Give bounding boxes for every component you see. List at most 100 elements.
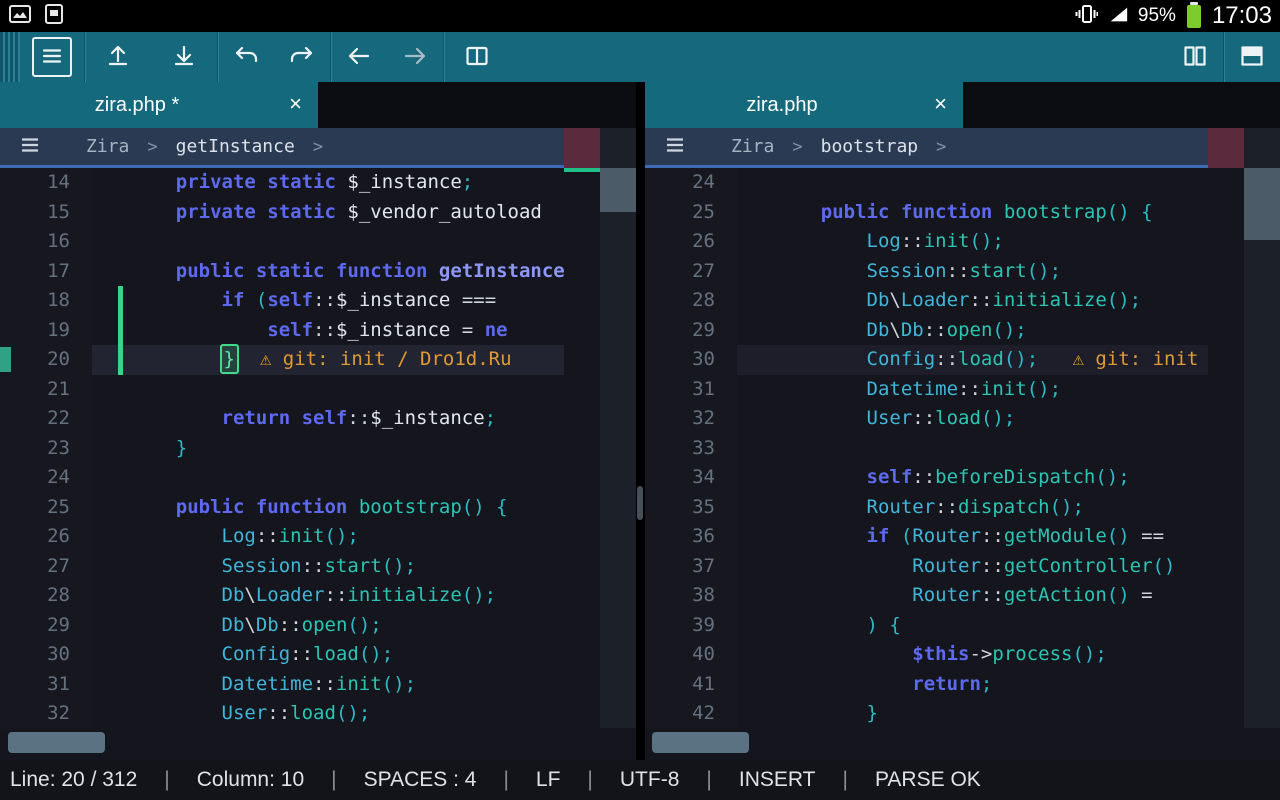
code-line[interactable]: 28 Db\Loader::initialize(); [645, 286, 1280, 316]
breadcrumb-project[interactable]: Zira [86, 136, 129, 157]
code-line[interactable]: 40 $this->process(); [645, 640, 1280, 670]
code-line[interactable]: 20 } ⚠ git: init / Dro1d.Ru [0, 345, 636, 375]
editor-area[interactable]: 14 private static $_instance;15 private … [0, 168, 636, 728]
save-as-button[interactable] [151, 32, 217, 82]
code-line[interactable]: 26 Log::init(); [645, 227, 1280, 257]
status-separator: | [587, 768, 592, 792]
code-line[interactable]: 15 private static $_vendor_autoload [0, 198, 636, 228]
tab-close-button[interactable]: × [934, 90, 947, 118]
code-line[interactable]: 26 Log::init(); [0, 522, 636, 552]
navigate-forward-button[interactable] [387, 32, 443, 82]
code-line[interactable]: 30 Config::load(); [0, 640, 636, 670]
undo-icon [233, 43, 259, 72]
code-line[interactable]: 37 Router::getController() [645, 552, 1280, 582]
line-number: 19 [0, 316, 92, 346]
pane-split-handle[interactable] [637, 486, 643, 520]
line-number: 31 [0, 670, 92, 700]
code-line[interactable]: 23 } [0, 434, 636, 464]
code-line[interactable]: 25 public function bootstrap() { [0, 493, 636, 523]
warning-icon: ⚠ [1072, 348, 1083, 370]
line-number: 14 [0, 168, 92, 198]
code-line[interactable]: 24 [645, 168, 1280, 198]
split-vertical-icon [1182, 43, 1208, 72]
scrollbar-zone [1208, 128, 1280, 728]
line-number: 20 [0, 345, 92, 375]
code-line[interactable]: 18 if (self::$_instance === [0, 286, 636, 316]
code-line[interactable]: 41 return; [645, 670, 1280, 700]
code-line[interactable]: 16 [0, 227, 636, 257]
navigate-back-button[interactable] [331, 32, 387, 82]
vertical-scrollbar-track[interactable] [600, 128, 636, 728]
code-line[interactable]: 31 Datetime::init(); [0, 670, 636, 700]
redo-button[interactable] [274, 32, 330, 82]
breadcrumb-project[interactable]: Zira [731, 136, 774, 157]
breadcrumb-symbol[interactable]: getInstance [176, 136, 295, 157]
menu-button[interactable] [32, 37, 72, 77]
code-line[interactable]: 31 Datetime::init(); [645, 375, 1280, 405]
code-line[interactable]: 34 self::beforeDispatch(); [645, 463, 1280, 493]
line-number: 33 [645, 434, 737, 464]
battery-percent: 95% [1138, 5, 1176, 27]
status-separator: | [331, 768, 336, 792]
code-line[interactable]: 29 Db\Db::open(); [0, 611, 636, 641]
horizontal-scrollbar-thumb[interactable] [8, 732, 105, 753]
editor-lines: 14 private static $_instance;15 private … [0, 168, 636, 729]
change-bar [118, 286, 123, 375]
horizontal-scrollbar-track[interactable] [645, 728, 1280, 760]
tab-zira-php[interactable]: zira.php × [645, 82, 963, 128]
code-line[interactable]: 25 public function bootstrap() { [645, 198, 1280, 228]
code-line[interactable]: 19 self::$_instance = ne [0, 316, 636, 346]
line-number: 16 [0, 227, 92, 257]
code-line[interactable]: 22 return self::$_instance; [0, 404, 636, 434]
code-line[interactable]: 21 [0, 375, 636, 405]
editor-area[interactable]: 2425 public function bootstrap() {26 Log… [645, 168, 1280, 728]
code-line[interactable]: 29 Db\Db::open(); [645, 316, 1280, 346]
split-vertical-button[interactable] [1167, 32, 1223, 82]
horizontal-scrollbar-track[interactable] [0, 728, 636, 760]
vibrate-icon [1074, 2, 1098, 31]
breadcrumb-menu-button[interactable] [663, 133, 687, 160]
code-line[interactable]: 32 User::load(); [0, 699, 636, 729]
tab-close-button[interactable]: × [289, 90, 302, 118]
code-line[interactable]: 33 [645, 434, 1280, 464]
horizontal-scrollbar-thumb[interactable] [652, 732, 749, 753]
breadcrumb-menu-button[interactable] [18, 133, 42, 160]
code-line[interactable]: 32 User::load(); [645, 404, 1280, 434]
status-item: SPACES : 4 [364, 768, 477, 792]
line-number: 42 [645, 699, 737, 729]
undo-button[interactable] [218, 32, 274, 82]
line-number: 36 [645, 522, 737, 552]
vertical-scrollbar-thumb[interactable] [600, 168, 636, 212]
tab-zira-php[interactable]: zira.php * × [0, 82, 318, 128]
code-line[interactable]: 17 public static function getInstance [0, 257, 636, 287]
code-line[interactable]: 36 if (Router::getModule() == [645, 522, 1280, 552]
scrollbar-region-marker [1208, 128, 1244, 168]
line-number: 28 [0, 581, 92, 611]
code-line[interactable]: 30 Config::load(); ⚠ git: init / [645, 345, 1280, 375]
code-line[interactable]: 42 } [645, 699, 1280, 729]
upload-button[interactable] [85, 32, 151, 82]
vertical-scrollbar-thumb[interactable] [1244, 168, 1280, 240]
breadcrumb-symbol[interactable]: bootstrap [821, 136, 919, 157]
code-line[interactable]: 38 Router::getAction() = [645, 581, 1280, 611]
code-line[interactable]: 24 [0, 463, 636, 493]
code-editor-app: 95% 17:03 [0, 0, 1280, 800]
code-line[interactable]: 35 Router::dispatch(); [645, 493, 1280, 523]
code-line[interactable]: 27 Session::start(); [0, 552, 636, 582]
menu-icon [18, 133, 42, 160]
line-number: 38 [645, 581, 737, 611]
code-line[interactable]: 27 Session::start(); [645, 257, 1280, 287]
tab-title: zira.php * [0, 94, 318, 117]
split-horizontal-button[interactable] [1224, 32, 1280, 82]
split-view-button[interactable] [444, 32, 510, 82]
code-line[interactable]: 14 private static $_instance; [0, 168, 636, 198]
code-line[interactable]: 28 Db\Loader::initialize(); [0, 581, 636, 611]
chevron-right-icon: > [147, 137, 157, 157]
vertical-scrollbar-track[interactable] [1244, 128, 1280, 728]
line-number: 24 [0, 463, 92, 493]
code-line[interactable]: 39 ) { [645, 611, 1280, 641]
gallery-icon [8, 2, 32, 31]
drawer-grip[interactable] [0, 32, 20, 82]
line-number: 15 [0, 198, 92, 228]
signal-icon [1107, 3, 1129, 30]
